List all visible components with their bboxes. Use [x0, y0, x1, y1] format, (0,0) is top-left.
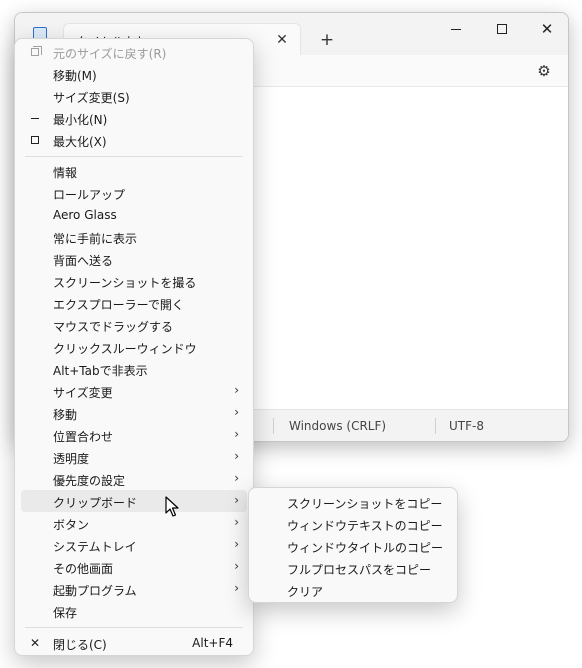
- menu-item-maximize[interactable]: 最大化(X): [21, 129, 247, 151]
- menu-item-label: 最大化(X): [53, 135, 107, 149]
- chevron-right-icon: ›: [234, 581, 239, 595]
- system-context-menu: 元のサイズに戻す(R) 移動(M) サイズ変更(S) 最小化(N) 最大化(X)…: [14, 38, 254, 656]
- menu-item-aero-glass[interactable]: Aero Glass: [21, 204, 247, 226]
- status-separator: [273, 418, 274, 434]
- restore-icon: [27, 44, 43, 60]
- menu-item-rollup[interactable]: ロールアップ: [21, 182, 247, 204]
- mouse-pointer-icon: [165, 496, 179, 517]
- menu-item-label: ロールアップ: [53, 188, 126, 202]
- close-window-button[interactable]: ✕: [524, 13, 568, 45]
- menu-item-always-on-top[interactable]: 常に手前に表示: [21, 226, 247, 248]
- status-encoding[interactable]: UTF-8: [449, 419, 484, 433]
- menu-item-priority-sub[interactable]: 優先度の設定 ›: [21, 468, 247, 490]
- submenu-item-copy-process-path[interactable]: フルプロセスパスをコピー: [253, 557, 453, 579]
- menu-item-screenshot[interactable]: スクリーンショットを撮る: [21, 270, 247, 292]
- menu-item-label: 透明度: [53, 452, 90, 466]
- chevron-right-icon: ›: [234, 493, 239, 507]
- chevron-right-icon: ›: [234, 471, 239, 485]
- menu-item-move[interactable]: 移動(M): [21, 63, 247, 85]
- submenu-item-label: クリア: [287, 585, 324, 599]
- menu-item-transparency-sub[interactable]: 透明度 ›: [21, 446, 247, 468]
- menu-item-startup-sub[interactable]: 起動プログラム ›: [21, 578, 247, 600]
- maximize-icon: [497, 24, 507, 34]
- menu-item-label: 最小化(N): [53, 113, 108, 127]
- menu-item-mouse-drag[interactable]: マウスでドラッグする: [21, 314, 247, 336]
- menu-item-label: 背面へ送る: [53, 254, 114, 268]
- menu-item-system-tray-sub[interactable]: システムトレイ ›: [21, 534, 247, 556]
- close-icon: ✕: [29, 636, 41, 650]
- new-tab-plus-icon[interactable]: +: [315, 28, 339, 52]
- chevron-right-icon: ›: [234, 405, 239, 419]
- submenu-item-copy-window-title[interactable]: ウィンドウタイトルのコピー: [253, 535, 453, 557]
- clipboard-submenu: スクリーンショットをコピー ウィンドウテキストのコピー ウィンドウタイトルのコピ…: [248, 487, 458, 603]
- menu-item-label: システムトレイ: [53, 540, 137, 554]
- menu-item-label: 位置合わせ: [53, 430, 114, 444]
- submenu-item-clear[interactable]: クリア: [253, 579, 453, 601]
- menu-item-other-screen-sub[interactable]: その他画面 ›: [21, 556, 247, 578]
- menu-item-label: サイズ変更(S): [53, 91, 130, 105]
- maximize-window-button[interactable]: [479, 13, 525, 45]
- chevron-right-icon: ›: [234, 559, 239, 573]
- menu-item-label: マウスでドラッグする: [53, 320, 174, 334]
- menu-item-label: 情報: [53, 166, 78, 180]
- menu-item-label: 保存: [53, 606, 78, 620]
- submenu-item-copy-screenshot[interactable]: スクリーンショットをコピー: [253, 491, 453, 513]
- menu-item-label: 閉じる(C): [53, 638, 107, 652]
- menu-item-click-through[interactable]: クリックスルーウィンドウ: [21, 336, 247, 358]
- maximize-icon: [27, 132, 43, 148]
- status-line-ending[interactable]: Windows (CRLF): [289, 419, 386, 433]
- menu-item-label: クリックスルーウィンドウ: [53, 342, 197, 356]
- menu-item-buttons-sub[interactable]: ボタン ›: [21, 512, 247, 534]
- submenu-item-label: スクリーンショットをコピー: [287, 497, 443, 511]
- menu-item-open-in-explorer[interactable]: エクスプローラーで開く: [21, 292, 247, 314]
- menu-item-close[interactable]: ✕ 閉じる(C) Alt+F4: [21, 632, 247, 654]
- menu-item-hide-alt-tab[interactable]: Alt+Tabで非表示: [21, 358, 247, 380]
- menu-item-label: エクスプローラーで開く: [53, 298, 184, 312]
- menu-item-label: 移動(M): [53, 69, 97, 83]
- menu-item-label: サイズ変更: [53, 386, 113, 400]
- menu-item-label: 移動: [53, 408, 78, 422]
- menu-item-label: 優先度の設定: [53, 474, 126, 488]
- submenu-item-label: ウィンドウテキストのコピー: [287, 519, 443, 533]
- menu-item-restore: 元のサイズに戻す(R): [21, 41, 247, 63]
- menu-item-info[interactable]: 情報: [21, 160, 247, 182]
- menu-item-label: その他画面: [53, 562, 114, 576]
- shortcut-text: Alt+F4: [192, 636, 233, 650]
- menu-item-label: 元のサイズに戻す(R): [53, 47, 167, 61]
- menu-item-move-sub[interactable]: 移動 ›: [21, 402, 247, 424]
- minimize-icon: [451, 28, 461, 30]
- close-icon: ✕: [540, 20, 554, 38]
- menu-item-minimize[interactable]: 最小化(N): [21, 107, 247, 129]
- settings-gear-icon[interactable]: ⚙: [534, 61, 554, 81]
- tab-close-icon[interactable]: ✕: [272, 30, 292, 50]
- menu-item-send-to-back[interactable]: 背面へ送る: [21, 248, 247, 270]
- menu-item-size[interactable]: サイズ変更(S): [21, 85, 247, 107]
- menu-item-label: Aero Glass: [53, 208, 117, 222]
- menu-item-clipboard-sub[interactable]: クリップボード ›: [21, 490, 247, 512]
- menu-item-label: 起動プログラム: [53, 584, 137, 598]
- minimize-window-button[interactable]: [433, 13, 479, 45]
- chevron-right-icon: ›: [234, 515, 239, 529]
- status-separator: [435, 418, 436, 434]
- menu-item-label: 常に手前に表示: [53, 232, 138, 246]
- menu-item-align-sub[interactable]: 位置合わせ ›: [21, 424, 247, 446]
- menu-item-save[interactable]: 保存: [21, 600, 247, 622]
- chevron-right-icon: ›: [234, 427, 239, 441]
- submenu-item-label: ウィンドウタイトルのコピー: [287, 541, 444, 555]
- menu-separator: [25, 627, 243, 628]
- menu-item-resize-sub[interactable]: サイズ変更 ›: [21, 380, 247, 402]
- menu-separator: [25, 156, 243, 157]
- menu-item-label: ボタン: [53, 518, 90, 532]
- submenu-item-label: フルプロセスパスをコピー: [287, 563, 432, 577]
- minimize-icon: [27, 110, 43, 126]
- menu-item-label: Alt+Tabで非表示: [53, 364, 148, 378]
- menu-item-label: スクリーンショットを撮る: [53, 276, 197, 290]
- chevron-right-icon: ›: [234, 383, 239, 397]
- menu-item-label: クリップボード: [53, 496, 138, 510]
- submenu-item-copy-window-text[interactable]: ウィンドウテキストのコピー: [253, 513, 453, 535]
- chevron-right-icon: ›: [234, 537, 239, 551]
- chevron-right-icon: ›: [234, 449, 239, 463]
